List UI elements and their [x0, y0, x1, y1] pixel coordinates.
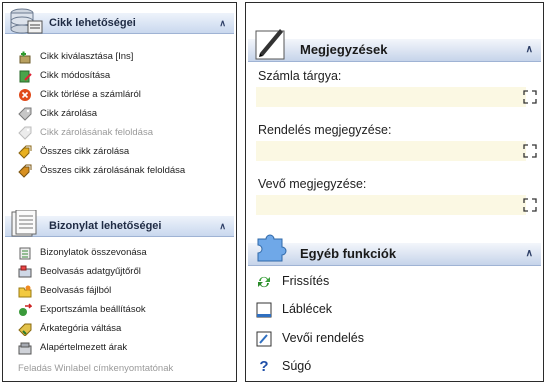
menu-item-label: Cikk zárolásának feloldása	[40, 127, 154, 138]
section-header-egyeb-funkciok[interactable]: Egyéb funkciók ∧	[248, 234, 541, 266]
folder-icon	[18, 284, 32, 298]
pen-icon	[254, 25, 288, 68]
expand-icon[interactable]	[523, 144, 537, 158]
section-title: Megjegyzések	[300, 42, 388, 57]
menu-item-label: Feladás Winlabel címkenyomtatónak	[18, 363, 174, 374]
menu-item-label: Összes cikk zárolásának feloldása	[40, 165, 186, 176]
menu-item-label: Cikk kiválasztása [Ins]	[40, 51, 134, 62]
field-label-rendeles-megjegyzese: Rendelés megjegyzése:	[258, 123, 392, 137]
menu-item-label: Láblécek	[282, 302, 333, 316]
collapse-chevron-icon[interactable]: ∧	[526, 39, 533, 61]
menu-item-label: Frissítés	[282, 274, 330, 288]
section-title: Cikk lehetőségei	[49, 17, 136, 29]
menu-item-label: Cikk zárolása	[40, 108, 98, 119]
rendeles-megjegyzese-field[interactable]	[256, 141, 526, 161]
unlock-all-icon	[18, 164, 32, 178]
section-header-cikk[interactable]: Cikk lehetőségei ∧	[5, 8, 234, 34]
szamla-targya-field[interactable]	[256, 87, 526, 107]
menu-item-label: Alapértelmezett árak	[40, 342, 128, 353]
collapse-chevron-icon[interactable]: ∧	[526, 243, 533, 265]
expand-icon[interactable]	[523, 198, 537, 212]
menu-item-label: Cikk módosítása	[40, 70, 111, 81]
menu-item-label: Súgó	[282, 359, 312, 373]
field-label-szamla-targya: Számla tárgya:	[258, 69, 342, 83]
section-title: Bizonylat lehetőségei	[49, 220, 162, 232]
left-task-panel: Cikk lehetőségei ∧ Cikk kiválasztása [In…	[2, 2, 237, 382]
lock-tag-icon	[18, 107, 32, 121]
merge-icon	[18, 246, 32, 260]
menu-item-label: Beolvasás adatgyűjtőről	[40, 266, 141, 277]
collapse-chevron-icon[interactable]: ∧	[219, 13, 226, 33]
document-stack-icon	[8, 209, 44, 245]
edit-item-icon	[18, 69, 32, 83]
expand-icon[interactable]	[523, 90, 537, 104]
field-label-vevo-megjegyzese: Vevő megjegyzése:	[258, 177, 367, 191]
help-icon: ?	[259, 358, 269, 375]
vevo-megjegyzese-field[interactable]	[256, 195, 526, 215]
right-task-panel: Megjegyzések ∧ Számla tárgya: Rendelés m…	[245, 2, 544, 382]
unlock-tag-icon	[18, 126, 32, 140]
menu-item-label: Beolvasás fájlból	[40, 285, 112, 296]
scanner-icon	[18, 265, 32, 279]
customer-order-icon	[256, 331, 272, 347]
menu-item-label: Vevői rendelés	[282, 331, 365, 345]
menu-item-label: Bizonylatok összevonása	[40, 247, 147, 258]
delete-icon	[18, 88, 32, 102]
section-header-bizonylat[interactable]: Bizonylat lehetőségei ∧	[5, 209, 234, 237]
menu-item-label: Árkategória váltása	[40, 323, 122, 334]
section-header-megjegyzesek[interactable]: Megjegyzések ∧	[248, 29, 541, 62]
puzzle-icon	[254, 229, 288, 270]
menu-item-label: Összes cikk zárolása	[40, 146, 130, 157]
default-price-icon	[18, 341, 32, 355]
footer-icon	[256, 302, 272, 318]
menu-item-label: Exportszámla beállítások	[40, 304, 146, 315]
database-icon	[8, 7, 44, 42]
menu-item-label: Cikk törlése a számláról	[40, 89, 141, 100]
refresh-icon	[256, 274, 272, 290]
price-icon	[18, 322, 32, 337]
add-item-icon	[18, 50, 32, 64]
section-title: Egyéb funkciók	[300, 246, 397, 261]
lock-all-icon	[18, 145, 32, 159]
export-icon	[18, 303, 33, 317]
collapse-chevron-icon[interactable]: ∧	[219, 216, 226, 236]
